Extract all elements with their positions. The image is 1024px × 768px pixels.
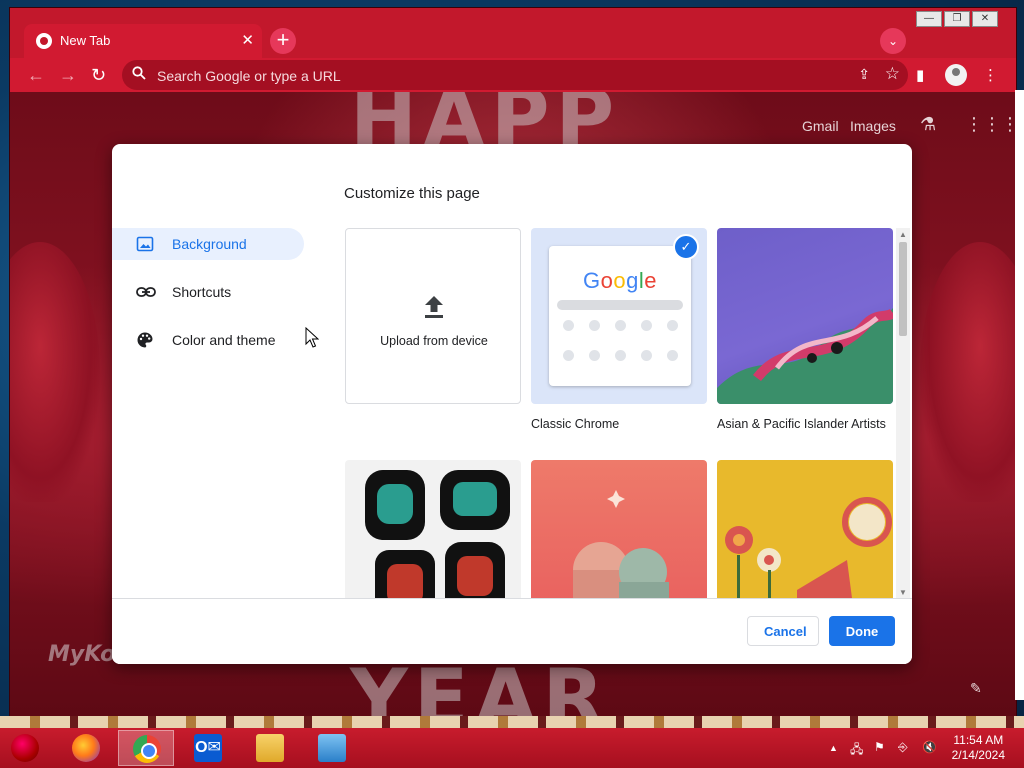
dialog-title: Customize this page <box>344 185 480 202</box>
scroll-down-icon[interactable]: ▼ <box>899 588 907 597</box>
background-grid: Upload from device Google ✓ Classic Chro… <box>345 228 894 599</box>
bookmark-star-icon[interactable]: ☆ <box>885 64 900 84</box>
classic-chrome-preview: Google <box>549 246 691 386</box>
device-tray-icon[interactable]: ⎆ <box>898 740 908 755</box>
outlook-icon[interactable]: O✉ <box>180 730 236 766</box>
tile-caption: Classic Chrome <box>531 417 620 431</box>
taskbar: O✉ ▲ 🖧 ⚑ ⎆ 🔇 11:54 AM 2/14/2024 <box>0 728 1024 768</box>
collection-tile-art[interactable] <box>531 460 707 599</box>
upload-icon <box>425 296 443 318</box>
chrome-favicon-icon <box>36 33 52 49</box>
share-icon[interactable]: ⇪ <box>858 66 870 83</box>
asian-pacific-islander-artists-tile[interactable] <box>717 228 893 404</box>
lantern-decoration <box>920 242 1016 502</box>
network-tray-icon[interactable]: 🖧 <box>850 740 863 761</box>
show-hidden-icons[interactable]: ▲ <box>829 743 838 753</box>
collection-tile-art[interactable] <box>345 460 521 599</box>
upload-label: Upload from device <box>380 334 488 348</box>
action-center-flag-icon[interactable]: ⚑ <box>874 740 885 754</box>
omnibox-input[interactable] <box>155 65 799 87</box>
sidebar-item-label: Shortcuts <box>172 284 232 300</box>
menu-kebab-icon[interactable]: ⋮ <box>983 66 998 84</box>
desktop-wallpaper-strip <box>0 716 1024 728</box>
sidebar-item-shortcuts[interactable]: Shortcuts <box>112 276 304 308</box>
dialog-footer: Cancel Done <box>112 598 912 664</box>
start-orb[interactable] <box>2 730 48 766</box>
profile-avatar[interactable] <box>945 64 967 86</box>
firefox-icon[interactable] <box>58 730 114 766</box>
apps-grid-icon[interactable]: ⋮⋮⋮ <box>965 114 1016 135</box>
toolbar: ← → ↻ ⇪ ☆ ▮ ⋮ <box>10 58 1016 92</box>
tab-strip: New Tab ✕ + ⌄ — ❐ ✕ <box>10 8 1016 58</box>
tab-title: New Tab <box>60 33 111 48</box>
cancel-button[interactable]: Cancel <box>747 616 819 646</box>
sidebar-item-label: Color and theme <box>172 332 276 348</box>
back-icon[interactable]: ← <box>27 65 45 85</box>
artwork-thumbnail <box>717 308 893 404</box>
artwork-thumbnail <box>365 470 510 599</box>
tab-new-tab[interactable]: New Tab ✕ <box>24 24 262 58</box>
scrollbar-thumb[interactable] <box>899 242 907 336</box>
preview-search-bar <box>557 300 683 310</box>
volume-muted-icon[interactable]: 🔇 <box>922 740 937 754</box>
sidebar-item-background[interactable]: Background <box>112 228 304 260</box>
images-link[interactable]: Images <box>850 118 896 134</box>
clock-time: 11:54 AM <box>953 733 1004 747</box>
edit-pencil-icon[interactable]: ✎ <box>970 680 982 697</box>
scroll-up-icon[interactable]: ▲ <box>899 230 907 239</box>
minimize-icon[interactable]: — <box>916 11 942 27</box>
system-clock[interactable]: 11:54 AM 2/14/2024 <box>952 733 1005 763</box>
desktop-edge <box>1015 90 1024 700</box>
side-panel-icon[interactable]: ▮ <box>916 66 924 84</box>
control-panel-icon[interactable] <box>304 730 360 766</box>
grid-scrollbar[interactable]: ▲ ▼ <box>896 228 910 599</box>
image-icon <box>136 235 154 253</box>
close-tab-icon[interactable]: ✕ <box>241 31 254 49</box>
new-tab-button[interactable]: + <box>270 28 296 54</box>
maximize-icon[interactable]: ❐ <box>944 11 970 27</box>
palette-icon <box>136 331 154 349</box>
upload-from-device-tile[interactable]: Upload from device <box>345 228 521 404</box>
clock-date: 2/14/2024 <box>951 748 1005 762</box>
chrome-icon[interactable] <box>118 730 174 766</box>
link-icon <box>136 283 156 301</box>
omnibox[interactable]: ⇪ ☆ <box>122 60 908 90</box>
search-icon <box>132 66 146 83</box>
tab-search-button[interactable]: ⌄ <box>880 28 906 54</box>
reload-icon[interactable]: ↻ <box>91 65 106 85</box>
sidebar-item-color-and-theme[interactable]: Color and theme <box>112 324 304 356</box>
google-logo: Google <box>582 268 657 293</box>
customize-dialog: Customize this page Background Shortcuts… <box>112 144 912 664</box>
forward-icon[interactable]: → <box>59 65 77 85</box>
tile-caption: Asian & Pacific Islander Artists <box>717 417 886 431</box>
close-window-icon[interactable]: ✕ <box>972 11 998 27</box>
labs-flask-icon[interactable]: ⚗ <box>920 114 936 135</box>
artwork-thumbnail <box>573 490 669 599</box>
selected-check-icon: ✓ <box>673 234 699 260</box>
sidebar-item-label: Background <box>172 236 247 252</box>
artwork-thumbnail <box>725 497 892 599</box>
lantern-decoration <box>10 242 100 502</box>
file-explorer-icon[interactable] <box>242 730 298 766</box>
window-controls: — ❐ ✕ <box>916 11 998 27</box>
collection-tile-art[interactable] <box>717 460 893 599</box>
gmail-link[interactable]: Gmail <box>802 118 839 134</box>
classic-chrome-tile[interactable]: Google ✓ <box>531 228 707 404</box>
done-button[interactable]: Done <box>829 616 895 646</box>
